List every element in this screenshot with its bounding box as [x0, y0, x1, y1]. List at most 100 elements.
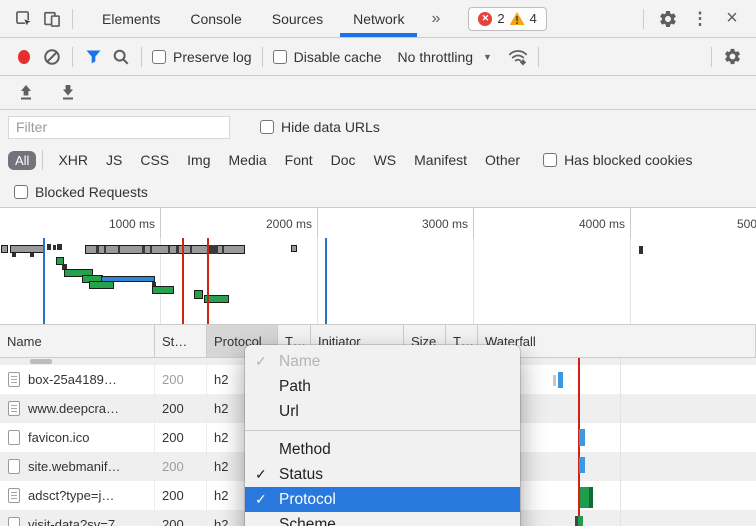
device-toolbar-icon[interactable]: [38, 5, 66, 33]
type-filters: All XHR JS CSS Img Media Font Doc WS Manifest Othe…: [8, 150, 529, 170]
ruler-gridline: [630, 208, 631, 238]
blocked-requests-checkbox[interactable]: [14, 185, 28, 199]
menu-item-name[interactable]: ✓Name: [245, 349, 520, 374]
type-filter-css[interactable]: CSS: [140, 152, 169, 168]
error-icon: ✕: [478, 12, 492, 26]
request-name: box-25a4189…: [28, 372, 117, 387]
warning-icon: [510, 12, 525, 25]
menu-item-label: Method: [279, 441, 331, 459]
disable-cache-label: Disable cache: [294, 49, 382, 65]
separator: [262, 47, 263, 67]
type-filter-doc[interactable]: Doc: [331, 152, 356, 168]
tab-elements[interactable]: Elements: [87, 0, 175, 37]
record-network-log-button[interactable]: [10, 43, 38, 71]
clear-network-log-icon[interactable]: [38, 43, 66, 71]
menu-item-method[interactable]: Method: [245, 437, 520, 462]
overview-bar: [150, 246, 152, 254]
throttling-dropdown[interactable]: No throttling ▼: [398, 49, 492, 65]
disable-cache-checkbox[interactable]: [273, 50, 287, 64]
type-filter-img[interactable]: Img: [187, 152, 210, 168]
request-name-cell: favicon.ico: [0, 423, 155, 452]
devtools-tab-bar: ElementsConsoleSourcesNetwork » ✕ 2 4 ⋮ …: [0, 0, 756, 38]
request-name-cell: visit-data?sv=7…: [0, 510, 155, 526]
menu-item-url[interactable]: Url: [245, 399, 520, 424]
kebab-menu-icon[interactable]: ⋮: [686, 5, 714, 33]
filter-input[interactable]: [8, 116, 230, 139]
file-icon: [8, 401, 20, 416]
check-icon: ✓: [255, 466, 279, 483]
search-icon[interactable]: [107, 43, 135, 71]
error-count: 2: [497, 11, 504, 26]
file-icon: [8, 372, 20, 387]
hide-data-urls-checkbox[interactable]: [260, 120, 274, 134]
filter-funnel-icon[interactable]: [79, 43, 107, 71]
ruler-gridline: [317, 208, 318, 238]
preserve-log-checkbox[interactable]: [152, 50, 166, 64]
has-blocked-cookies-checkbox[interactable]: [543, 153, 557, 167]
more-tabs-button[interactable]: »: [419, 10, 452, 28]
overview-bar: [96, 246, 99, 254]
type-filter-ws[interactable]: WS: [374, 152, 397, 168]
tab-bar-controls: ⋮ ×: [637, 5, 746, 33]
blocked-requests-row: Blocked Requests: [0, 176, 756, 208]
menu-item-label: Url: [279, 403, 299, 421]
overview-bar: [190, 246, 192, 254]
issues-badge[interactable]: ✕ 2 4: [468, 7, 546, 31]
type-filter-all[interactable]: All: [8, 151, 36, 170]
har-row: [0, 76, 756, 110]
overview-bar: [222, 246, 224, 254]
ruler-label: 4000 ms: [579, 217, 630, 231]
column-header-name[interactable]: Name: [0, 325, 155, 357]
overview-bar: [57, 244, 62, 250]
overview-bar: [291, 245, 297, 252]
menu-item-scheme[interactable]: Scheme: [245, 512, 520, 526]
type-filter-other[interactable]: Other: [485, 152, 520, 168]
request-name-cell: adsct?type=j…: [0, 481, 155, 510]
status-cell: 200: [155, 452, 207, 481]
menu-item-protocol[interactable]: ✓Protocol: [245, 487, 520, 512]
separator: [141, 47, 142, 67]
overview-bar: [89, 281, 114, 289]
ruler-label: 3000 ms: [422, 217, 473, 231]
request-name-cell: box-25a4189…: [0, 365, 155, 394]
column-header-st[interactable]: St…: [155, 325, 207, 357]
has-blocked-cookies-label: Has blocked cookies: [564, 152, 692, 168]
type-filter-js[interactable]: JS: [106, 152, 122, 168]
settings-gear-icon[interactable]: [654, 5, 682, 33]
network-conditions-icon[interactable]: [504, 43, 532, 71]
type-filter-xhr[interactable]: XHR: [58, 152, 88, 168]
menu-item-path[interactable]: Path: [245, 374, 520, 399]
overview-gridline: [630, 238, 631, 324]
devtools-window: ElementsConsoleSourcesNetwork » ✕ 2 4 ⋮ …: [0, 0, 756, 526]
ruler-gridline: [473, 208, 474, 238]
close-devtools-icon[interactable]: ×: [718, 5, 746, 33]
overview-bar: [639, 246, 643, 254]
event-marker: [325, 238, 327, 324]
type-filter-media[interactable]: Media: [229, 152, 267, 168]
tab-console[interactable]: Console: [175, 0, 256, 37]
overview-waterfall[interactable]: [0, 238, 756, 325]
request-name-cell: www.deepcra…: [0, 394, 155, 423]
preserve-log-label: Preserve log: [173, 49, 252, 65]
timeline-ruler[interactable]: 1000 ms2000 ms3000 ms4000 ms500: [0, 208, 756, 238]
overview-bar: [168, 246, 170, 254]
overview-bar: [47, 244, 51, 250]
type-filter-font[interactable]: Font: [285, 152, 313, 168]
overview-bar: [209, 245, 218, 254]
status-cell: 200: [155, 510, 207, 526]
tab-sources[interactable]: Sources: [257, 0, 338, 37]
overview-gridline: [473, 238, 474, 324]
event-marker: [207, 238, 209, 324]
warning-count: 4: [530, 11, 537, 26]
tab-network[interactable]: Network: [338, 0, 419, 37]
import-har-icon[interactable]: [12, 79, 40, 107]
ruler-label: 1000 ms: [109, 217, 160, 231]
export-har-icon[interactable]: [54, 79, 82, 107]
type-filter-manifest[interactable]: Manifest: [414, 152, 467, 168]
inspect-element-icon[interactable]: [10, 5, 38, 33]
file-icon: [8, 459, 20, 474]
menu-item-label: Protocol: [279, 491, 336, 509]
overview-bar: [1, 245, 8, 253]
menu-item-status[interactable]: ✓Status: [245, 462, 520, 487]
network-settings-gear-icon[interactable]: [718, 43, 746, 71]
